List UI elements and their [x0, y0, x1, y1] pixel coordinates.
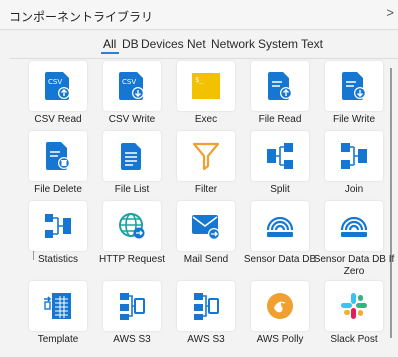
component-label: File Write [332, 114, 376, 125]
component-label: File Read [258, 114, 302, 125]
component-label: File List [114, 184, 150, 195]
component-file-list[interactable]: File List [95, 131, 169, 199]
file-list-icon [121, 143, 141, 170]
component-label: Exec [194, 114, 218, 125]
component-label: Statistics [37, 254, 78, 265]
component-csv-write[interactable]: CSV CSV Write [95, 61, 169, 129]
component-csv-read[interactable]: CSV CSV Read [21, 61, 95, 129]
component-label: AWS S3 [113, 334, 151, 345]
collapse-icon[interactable]: > [386, 5, 394, 20]
csv-write-icon: CSV [119, 72, 144, 100]
component-mail-send[interactable]: Mail Send [169, 201, 243, 269]
component-label: Sensor Data DB [243, 254, 317, 265]
filter-icon [192, 142, 220, 171]
svg-text:$_: $_ [195, 76, 204, 84]
sensor-icon [340, 216, 368, 237]
component-label: File Delete [34, 184, 82, 195]
component-aws-polly[interactable]: AWS Polly [243, 281, 317, 349]
component-label: Join [344, 184, 364, 195]
component-label: AWS Polly [256, 334, 304, 345]
aws-s3-icon [194, 293, 219, 320]
aws-polly-icon [267, 293, 293, 319]
statistics-icon [45, 214, 71, 238]
csv-read-icon: CSV [45, 72, 70, 100]
panel-header: コンポーネントライブラリ > [0, 0, 398, 30]
tab-network[interactable]: Network [211, 37, 255, 51]
component-slack-post[interactable]: Slack Post [317, 281, 391, 349]
tab-db[interactable]: DB [122, 37, 139, 51]
file-write-icon [342, 72, 366, 100]
component-label: HTTP Request [99, 254, 165, 265]
component-sensor-data-db-if-zero[interactable]: Sensor Data DB If Zero [314, 201, 394, 277]
component-statistics[interactable]: Statistics [21, 201, 95, 269]
component-label: CSV Read [34, 114, 82, 125]
component-label: Filter [194, 184, 218, 195]
mail-send-icon [192, 215, 220, 240]
component-split[interactable]: Split [243, 131, 317, 199]
panel-title: コンポーネントライブラリ [9, 10, 154, 24]
component-label: Template [37, 334, 79, 345]
file-read-icon [268, 72, 292, 100]
component-label: Sensor Data DB If Zero [313, 254, 395, 277]
template-icon [44, 293, 71, 319]
component-filter[interactable]: Filter [169, 131, 243, 199]
tab-text[interactable]: Text [301, 37, 323, 51]
component-aws-s3[interactable]: AWS S3 [169, 281, 243, 349]
component-sensor-data-db[interactable]: Sensor Data DB [243, 201, 317, 269]
tab-system[interactable]: System [258, 37, 298, 51]
component-file-delete[interactable]: File Delete [21, 131, 95, 199]
component-label: Split [270, 184, 290, 195]
component-label: Mail Send [183, 254, 229, 265]
component-label: AWS S3 [187, 334, 225, 345]
component-http-request[interactable]: HTTP Request [95, 201, 169, 269]
tab-devices[interactable]: Devices [141, 37, 184, 51]
tab-net[interactable]: Net [187, 37, 206, 51]
tab-all[interactable]: All [103, 37, 116, 51]
sensor-icon [266, 216, 294, 237]
component-template[interactable]: Template [21, 281, 95, 349]
component-library-panel: コンポーネントライブラリ > All DB Devices Net Networ… [0, 0, 398, 357]
exec-icon: $_ [192, 73, 220, 99]
component-aws-s3[interactable]: AWS S3 [95, 281, 169, 349]
component-label: CSV Write [108, 114, 156, 125]
component-join[interactable]: Join [317, 131, 391, 199]
slack-icon [341, 293, 367, 319]
file-delete-icon [46, 142, 70, 170]
join-icon [341, 143, 367, 169]
split-icon [267, 143, 293, 169]
component-label: Slack Post [330, 334, 378, 345]
globe-icon [119, 213, 145, 239]
component-file-read[interactable]: File Read [243, 61, 317, 129]
category-tabs: All DB Devices Net Network System Text [0, 30, 398, 58]
svg-text:CSV: CSV [122, 78, 136, 86]
active-tab-indicator [101, 52, 119, 54]
aws-s3-icon [120, 293, 145, 320]
component-file-write[interactable]: File Write [317, 61, 391, 129]
svg-text:CSV: CSV [48, 78, 62, 86]
component-exec[interactable]: $_ Exec [169, 61, 243, 129]
